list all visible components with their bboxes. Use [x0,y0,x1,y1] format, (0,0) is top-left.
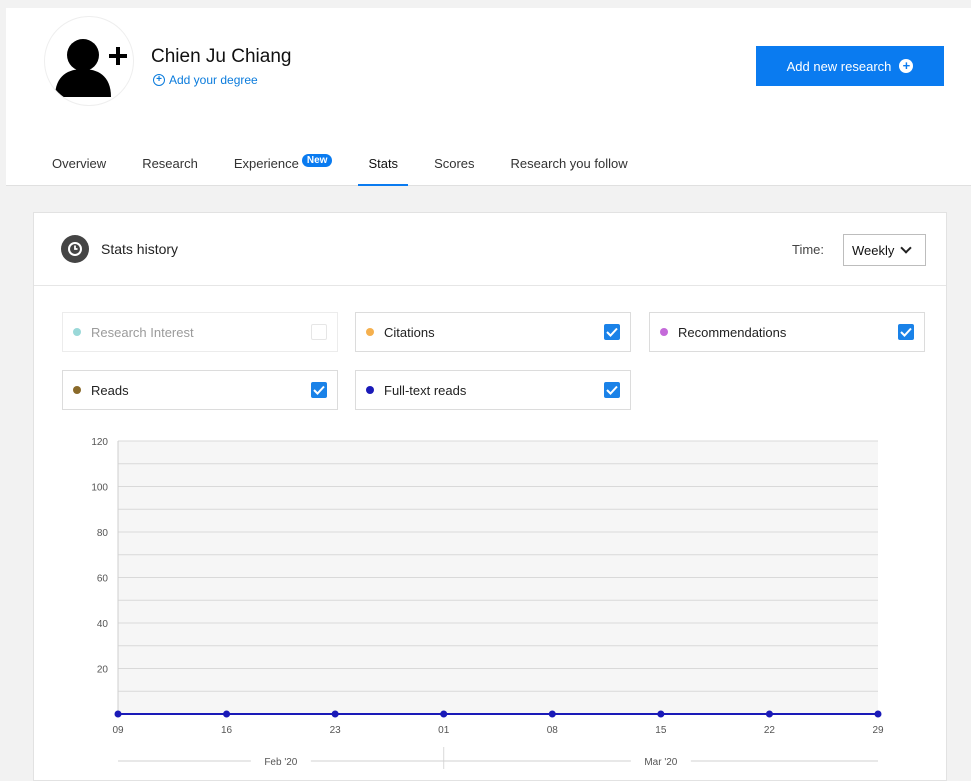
data-point [657,710,665,718]
avatar[interactable] [44,16,134,106]
plus-icon: + [899,59,914,73]
tab-label: Stats [368,156,399,171]
data-point [223,710,231,718]
profile-name: Chien Ju Chiang [151,46,292,67]
data-point [765,710,773,718]
add-degree-label: Add your degree [169,73,258,87]
y-tick-label: 120 [91,437,108,448]
stats-line-chart: 20 40 60 80 100 120 09 16 23 01 08 15 22 29 Feb '20 Mar… [91,437,884,769]
y-tick-label: 80 [97,528,109,539]
add-new-research-label: Add new research [786,58,892,74]
y-tick-label: 60 [97,574,109,585]
y-tick-label: 20 [97,665,109,676]
x-tick-label: 15 [655,725,667,736]
plus-circle-icon: + [153,74,165,86]
tab-label: Experience [233,156,299,171]
tab-overview[interactable]: Overview [52,148,106,186]
y-tick-label: 100 [91,483,108,494]
tab-research-you-follow[interactable]: Research you follow [511,148,628,186]
x-tick-label: 23 [330,725,342,736]
x-tick-label: 29 [872,725,884,736]
y-tick-label: 40 [97,619,109,630]
month-label: Feb '20 [264,757,297,768]
add-user-icon [55,39,127,97]
tab-label: Scores [434,156,475,171]
data-point [331,710,339,718]
tab-label: Overview [52,156,107,171]
x-tick-label: 09 [112,725,124,736]
profile-header: Chien Ju Chiang + Add your degree Add ne… [6,8,971,186]
x-tick-label: 08 [547,725,559,736]
month-label: Mar '20 [644,757,677,768]
tab-stats[interactable]: Stats [358,148,408,186]
tab-scores[interactable]: Scores [434,148,474,186]
stats-history-panel: Stats history Time: Weekly Research Inte… [33,212,947,781]
add-degree-link[interactable]: + Add your degree [153,73,258,87]
data-point [548,710,556,718]
tab-label: Research [142,156,198,171]
new-badge: New [301,154,333,167]
tab-label: Research you follow [510,156,628,171]
tab-research[interactable]: Research [142,148,198,186]
data-point [440,710,448,718]
tab-experience[interactable]: Experience New [234,148,333,186]
profile-tabs: Overview Research Experience New Stats S… [52,148,664,186]
data-point [114,710,122,718]
data-point [874,710,882,718]
x-tick-label: 01 [438,725,450,736]
x-tick-label: 22 [764,725,776,736]
add-new-research-button[interactable]: Add new research + [756,46,944,86]
x-tick-label: 16 [221,725,233,736]
